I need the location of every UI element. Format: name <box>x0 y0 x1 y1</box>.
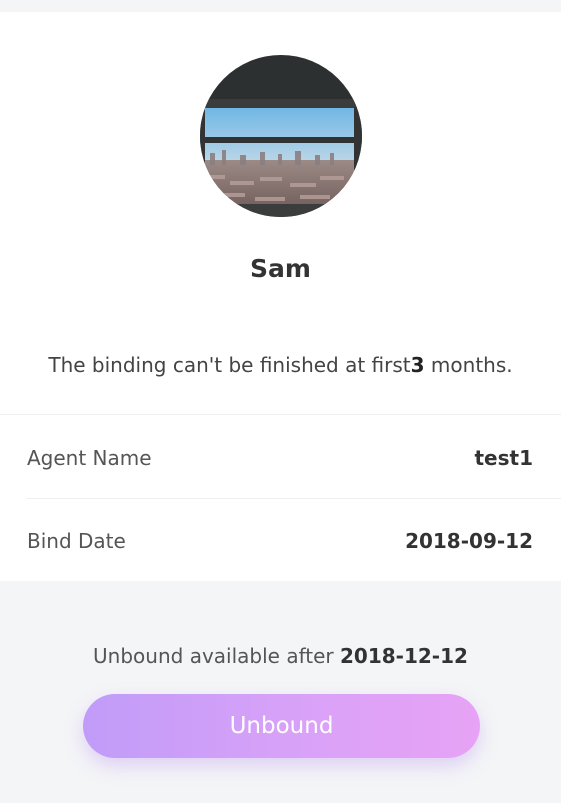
binding-note-prefix: The binding can't be finished at first <box>48 353 411 377</box>
unbound-note: Unbound available after 2018-12-12 <box>0 644 561 668</box>
user-name: Sam <box>250 254 311 283</box>
bind-date-label: Bind Date <box>27 529 126 553</box>
divider <box>0 414 561 415</box>
agent-name-row: Agent Name test1 <box>27 417 561 499</box>
avatar <box>200 55 362 217</box>
agent-name-value: test1 <box>474 446 533 470</box>
bind-date-value: 2018-09-12 <box>405 529 533 553</box>
agent-name-label: Agent Name <box>27 446 152 470</box>
avatar-photo <box>200 55 362 217</box>
row-divider <box>27 498 561 499</box>
unbound-note-prefix: Unbound available after <box>93 644 340 668</box>
binding-note: The binding can't be finished at first3 … <box>0 353 561 377</box>
binding-months: 3 <box>410 353 425 377</box>
binding-note-suffix: months. <box>424 353 513 377</box>
unbound-date: 2018-12-12 <box>340 644 468 668</box>
unbound-button[interactable]: Unbound <box>83 694 480 758</box>
bind-date-row: Bind Date 2018-09-12 <box>27 500 561 582</box>
top-spacer <box>0 0 561 12</box>
profile-card: Sam The binding can't be finished at fir… <box>0 12 561 581</box>
